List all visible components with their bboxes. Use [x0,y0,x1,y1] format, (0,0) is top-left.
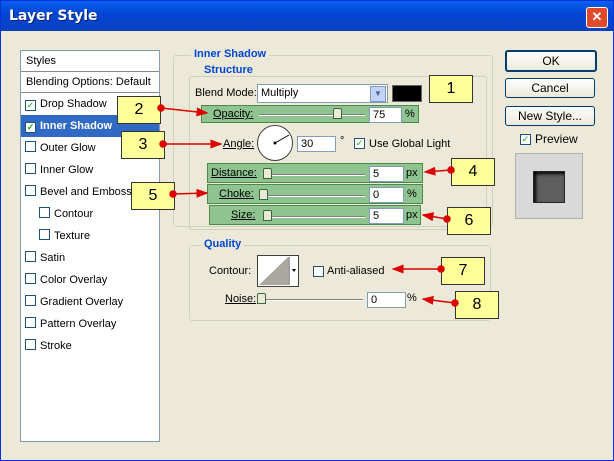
noise-label: Noise: [225,293,257,305]
size-input[interactable]: 5 [369,208,404,224]
checkbox-satin[interactable] [25,251,36,262]
choke-label: Choke: [219,188,254,200]
size-label: Size: [231,209,256,221]
style-item-stroke[interactable]: Stroke [21,335,159,357]
checkbox-bevel-emboss[interactable] [25,185,36,196]
contour-picker[interactable] [257,255,299,287]
checkbox-outer-glow[interactable] [25,141,36,152]
chevron-down-icon: ▼ [370,86,386,102]
checkbox-drop-shadow[interactable]: ✓ [25,100,36,111]
noise-input[interactable]: 0 [367,292,406,308]
callout-8: 8 [455,291,499,319]
choke-input[interactable]: 0 [369,187,404,203]
opacity-label: Opacity: [213,108,254,120]
style-item-texture[interactable]: Texture [21,225,159,247]
blend-mode-label: Blend Mode: [195,87,257,99]
choke-slider-thumb[interactable] [259,189,268,200]
preview-checkbox[interactable]: ✓ [520,134,531,145]
style-item-satin[interactable]: Satin [21,247,159,269]
styles-header[interactable]: Styles [21,51,159,72]
callout-3: 3 [121,131,165,159]
preview-label: Preview [535,132,578,146]
global-light-label: Use Global Light [369,138,451,150]
distance-unit: px [406,167,418,179]
global-light-checkbox[interactable]: ✓ [354,138,365,149]
layer-style-dialog: Layer Style ✕ Styles Blending Options: D… [0,0,614,461]
close-icon: ✕ [591,9,603,24]
noise-unit: % [407,292,417,304]
anti-aliased-label: Anti-aliased [327,265,385,277]
callout-6: 6 [447,207,491,235]
cancel-button[interactable]: Cancel [505,78,595,98]
angle-unit: ° [340,135,345,147]
size-slider-track[interactable] [263,216,365,218]
checkbox-contour[interactable] [39,207,50,218]
opacity-slider-thumb[interactable] [333,108,342,119]
checkbox-stroke[interactable] [25,339,36,350]
style-item-gradient-overlay[interactable]: Gradient Overlay [21,291,159,313]
distance-label: Distance: [211,167,257,179]
contour-linear-icon [259,257,296,285]
shadow-color-swatch[interactable] [392,85,422,102]
distance-slider-thumb[interactable] [263,168,272,179]
noise-slider-thumb[interactable] [257,293,266,304]
callout-2: 2 [117,96,161,124]
style-item-inner-glow[interactable]: Inner Glow [21,159,159,181]
distance-slider-track[interactable] [263,174,365,176]
angle-input[interactable]: 30 [297,136,336,152]
checkbox-inner-glow[interactable] [25,163,36,174]
callout-1: 1 [429,75,473,103]
opacity-slider-track[interactable] [259,114,365,116]
blend-mode-select[interactable]: Multiply ▼ [257,84,388,103]
angle-dial-needle-icon [273,134,290,145]
anti-aliased-checkbox[interactable] [313,266,324,277]
callout-4: 4 [451,158,495,186]
angle-dial[interactable] [257,125,293,161]
preview-thumbnail [515,153,583,219]
choke-slider-track[interactable] [259,195,365,197]
size-unit: px [406,209,418,221]
opacity-unit: % [405,108,415,120]
contour-label: Contour: [209,265,252,277]
checkbox-pattern-overlay[interactable] [25,317,36,328]
structure-title: Structure [201,64,256,76]
checkbox-gradient-overlay[interactable] [25,295,36,306]
checkbox-texture[interactable] [39,229,50,240]
style-item-pattern-overlay[interactable]: Pattern Overlay [21,313,159,335]
ok-button[interactable]: OK [505,50,597,72]
callout-7: 7 [441,257,485,285]
inner-shadow-title: Inner Shadow [191,48,270,60]
angle-label: Angle: [223,138,255,150]
choke-unit: % [407,188,417,200]
blending-options-item[interactable]: Blending Options: Default [21,72,159,93]
distance-input[interactable]: 5 [369,166,404,182]
title-bar[interactable]: Layer Style ✕ [1,1,613,31]
checkbox-inner-shadow[interactable]: ✓ [25,122,36,133]
noise-slider-track[interactable] [257,299,363,301]
style-item-color-overlay[interactable]: Color Overlay [21,269,159,291]
size-slider-thumb[interactable] [263,210,272,221]
preview-swatch [533,171,565,203]
callout-5: 5 [131,182,175,210]
opacity-input[interactable]: 75 [369,107,402,123]
close-button[interactable]: ✕ [586,7,608,28]
quality-title: Quality [201,238,245,250]
checkbox-color-overlay[interactable] [25,273,36,284]
new-style-button[interactable]: New Style... [505,106,595,126]
window-title: Layer Style [9,8,98,24]
